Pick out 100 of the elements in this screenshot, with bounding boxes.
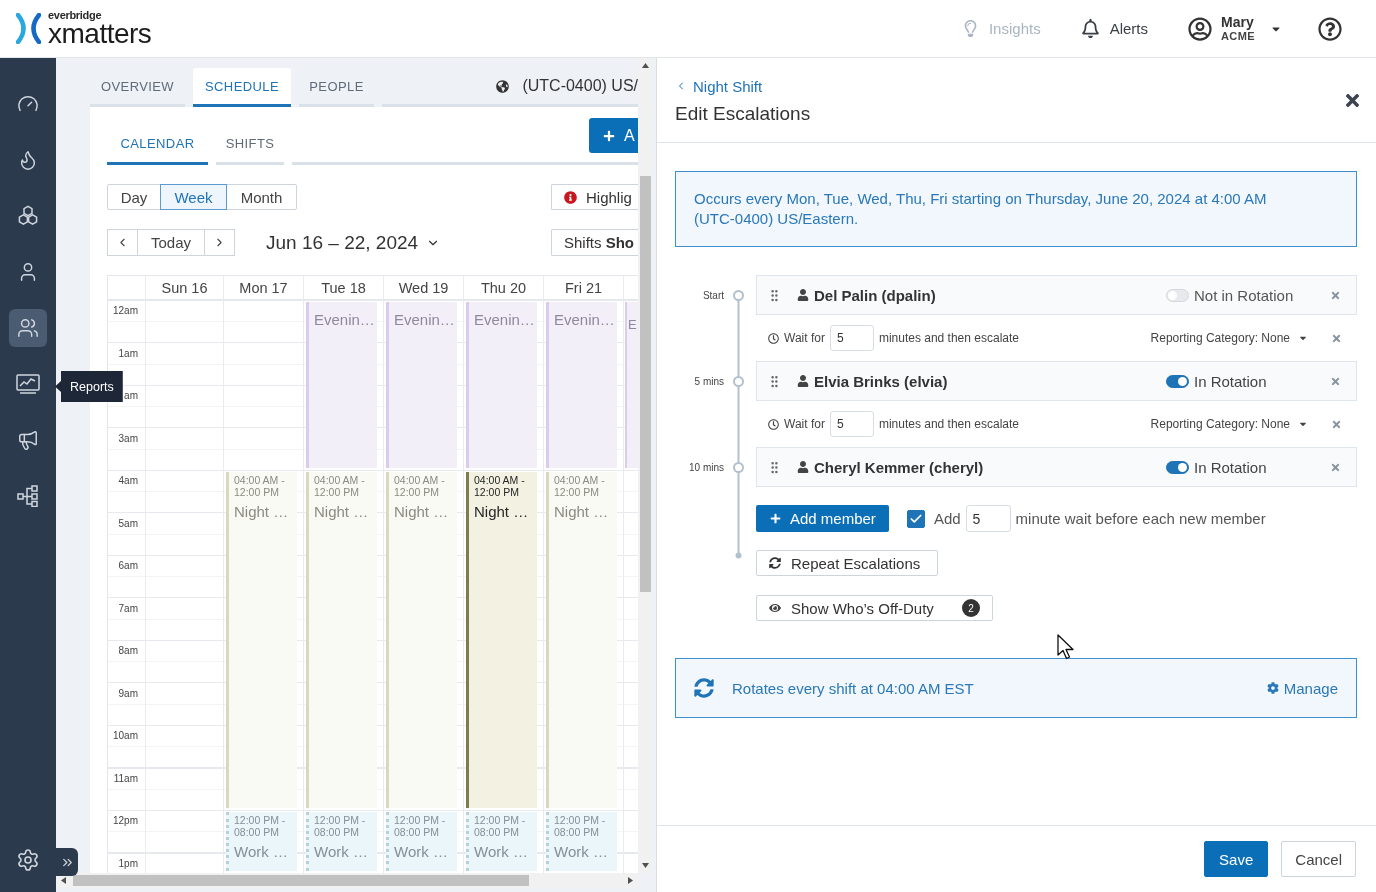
auto-wait-suffix: minute wait before each new member	[1015, 510, 1266, 527]
sub-tab[interactable]: SHIFTS	[216, 117, 284, 165]
category-dropdown[interactable]: Reporting Category: None	[1150, 417, 1308, 431]
category-dropdown[interactable]: Reporting Category: None	[1150, 331, 1308, 345]
help-button[interactable]	[1318, 16, 1342, 41]
shift-event[interactable]: 04:00 AM - 12:00 PM Night …	[546, 472, 617, 808]
shift-event[interactable]: Evenin…	[466, 302, 537, 468]
person-icon	[797, 375, 809, 387]
add-member-button[interactable]: Add member	[756, 505, 889, 532]
event-time: 12:00 PM - 08:00 PM	[314, 815, 367, 838]
logo-tagline: everbridge	[48, 10, 102, 21]
shift-event[interactable]: Evenin…	[386, 302, 457, 468]
rotation-toggle[interactable]	[1166, 460, 1189, 474]
rotation-text: Rotates every shift at 04:00 AM EST	[732, 679, 974, 697]
nav-button[interactable]	[9, 309, 47, 347]
alerts-button[interactable]: Alerts	[1080, 19, 1148, 38]
today-button[interactable]: Today	[137, 229, 205, 256]
timezone-label: (UTC-0400) US/	[522, 77, 638, 95]
panel-title: Edit Escalations	[675, 102, 811, 125]
step-label: 10 mins	[689, 461, 724, 473]
hour-label: 10am	[113, 730, 138, 741]
remove-button[interactable]	[1330, 289, 1341, 301]
sync-icon	[694, 678, 714, 698]
date-range-picker[interactable]: Jun 16 – 22, 2024	[266, 231, 441, 254]
member-name: Cheryl Kemmer (cheryl)	[814, 458, 984, 476]
view-button[interactable]: Week	[160, 184, 227, 210]
wait-input[interactable]: 5	[829, 325, 874, 351]
sub-tab[interactable]: CALENDAR	[107, 117, 208, 165]
eye-icon	[769, 602, 781, 614]
rotation-toggle[interactable]	[1166, 374, 1189, 388]
back-link[interactable]: Night Shift	[675, 77, 763, 95]
shift-event[interactable]: 04:00 AM - 12:00 PM Night …	[466, 472, 537, 808]
shift-event[interactable]: E	[625, 302, 638, 468]
manage-link[interactable]: Manage	[1266, 679, 1338, 697]
user-menu[interactable]: Mary ACME	[1188, 14, 1282, 43]
remove-button[interactable]	[1330, 375, 1341, 387]
event-time: 12:00 PM - 08:00 PM	[474, 815, 527, 838]
person-icon	[797, 289, 809, 301]
event-title: Evenin…	[474, 311, 534, 329]
shift-event[interactable]: 12:00 PM - 08:00 PM Work …	[386, 812, 457, 871]
member-name: Elvia Brinks (elvia)	[814, 372, 948, 390]
hour-label: 12am	[113, 305, 138, 316]
member-name: Del Palin (dpalin)	[814, 286, 936, 304]
vertical-scrollbar[interactable]	[638, 58, 653, 873]
hour-label: 5am	[118, 517, 138, 529]
shift-event[interactable]: 04:00 AM - 12:00 PM Night …	[386, 472, 457, 808]
view-button[interactable]: Day	[107, 184, 161, 210]
event-time: 04:00 AM - 12:00 PM	[234, 475, 286, 498]
globe-icon	[496, 79, 510, 93]
shift-event[interactable]: 12:00 PM - 08:00 PM Work …	[306, 812, 377, 871]
event-time: 12:00 PM - 08:00 PM	[234, 815, 287, 838]
scroll-up-icon[interactable]	[641, 61, 650, 70]
shift-event[interactable]: 04:00 AM - 12:00 PM Night …	[306, 472, 377, 808]
bell-icon	[1080, 19, 1100, 38]
remove-button[interactable]	[1331, 332, 1342, 344]
shifts-filter-button[interactable]: Shifts Sho	[551, 229, 638, 256]
save-button[interactable]: Save	[1204, 841, 1269, 877]
timeline-node-icon	[733, 461, 744, 473]
repeat-escalations-button[interactable]: Repeat Escalations	[756, 550, 938, 576]
auto-wait-checkbox[interactable]	[906, 509, 925, 528]
hour-label: am	[124, 390, 138, 401]
close-icon	[1330, 375, 1341, 387]
shift-event[interactable]: 12:00 PM - 08:00 PM Work …	[546, 812, 617, 871]
scroll-down-icon[interactable]	[641, 861, 650, 870]
clock-icon	[768, 332, 779, 344]
person-icon	[797, 461, 809, 473]
day-header: Thu 20	[464, 276, 544, 299]
wait-label: Wait for	[784, 417, 825, 431]
remove-button[interactable]	[1330, 461, 1341, 473]
event-title: Night …	[554, 503, 610, 521]
cancel-button[interactable]: Cancel	[1281, 841, 1356, 877]
step-label: Start	[702, 289, 724, 301]
off-duty-button[interactable]: Show Who’s Off-Duty 2	[756, 595, 993, 621]
help-icon	[1318, 16, 1342, 41]
day-header: Tue 18	[304, 276, 384, 299]
shift-event[interactable]: 12:00 PM - 08:00 PM Work …	[226, 812, 297, 871]
scroll-right-icon[interactable]	[626, 876, 635, 885]
wait-input[interactable]: 5	[829, 411, 874, 437]
event-title: Work …	[474, 843, 529, 861]
horizontal-scrollbar[interactable]	[56, 873, 638, 888]
day-header: Fri 21	[544, 276, 624, 299]
highlight-button[interactable]: Highlig	[551, 184, 638, 210]
event-title: Evenin…	[394, 311, 454, 329]
auto-wait-label: Add	[933, 510, 961, 527]
plus-icon	[770, 513, 781, 524]
remove-button[interactable]	[1331, 418, 1342, 430]
event-title: Work …	[554, 843, 609, 861]
logo-wordmark: xmatters	[48, 21, 152, 47]
shift-event[interactable]: Evenin…	[546, 302, 617, 468]
shift-event[interactable]: 12:00 PM - 08:00 PM Work …	[466, 812, 537, 871]
view-button[interactable]: Month	[226, 184, 297, 210]
logo-mark-icon	[16, 13, 41, 44]
add-button[interactable]: A	[589, 118, 638, 153]
shift-event[interactable]: 04:00 AM - 12:00 PM Night …	[226, 472, 297, 808]
event-time: 04:00 AM - 12:00 PM	[554, 475, 606, 498]
auto-wait-input[interactable]: 5	[965, 505, 1011, 532]
page-tab[interactable]: SCHEDULE	[193, 68, 291, 107]
sync-icon	[769, 557, 781, 569]
expand-nav-button[interactable]	[56, 848, 78, 876]
shift-event[interactable]: Evenin…	[306, 302, 377, 468]
